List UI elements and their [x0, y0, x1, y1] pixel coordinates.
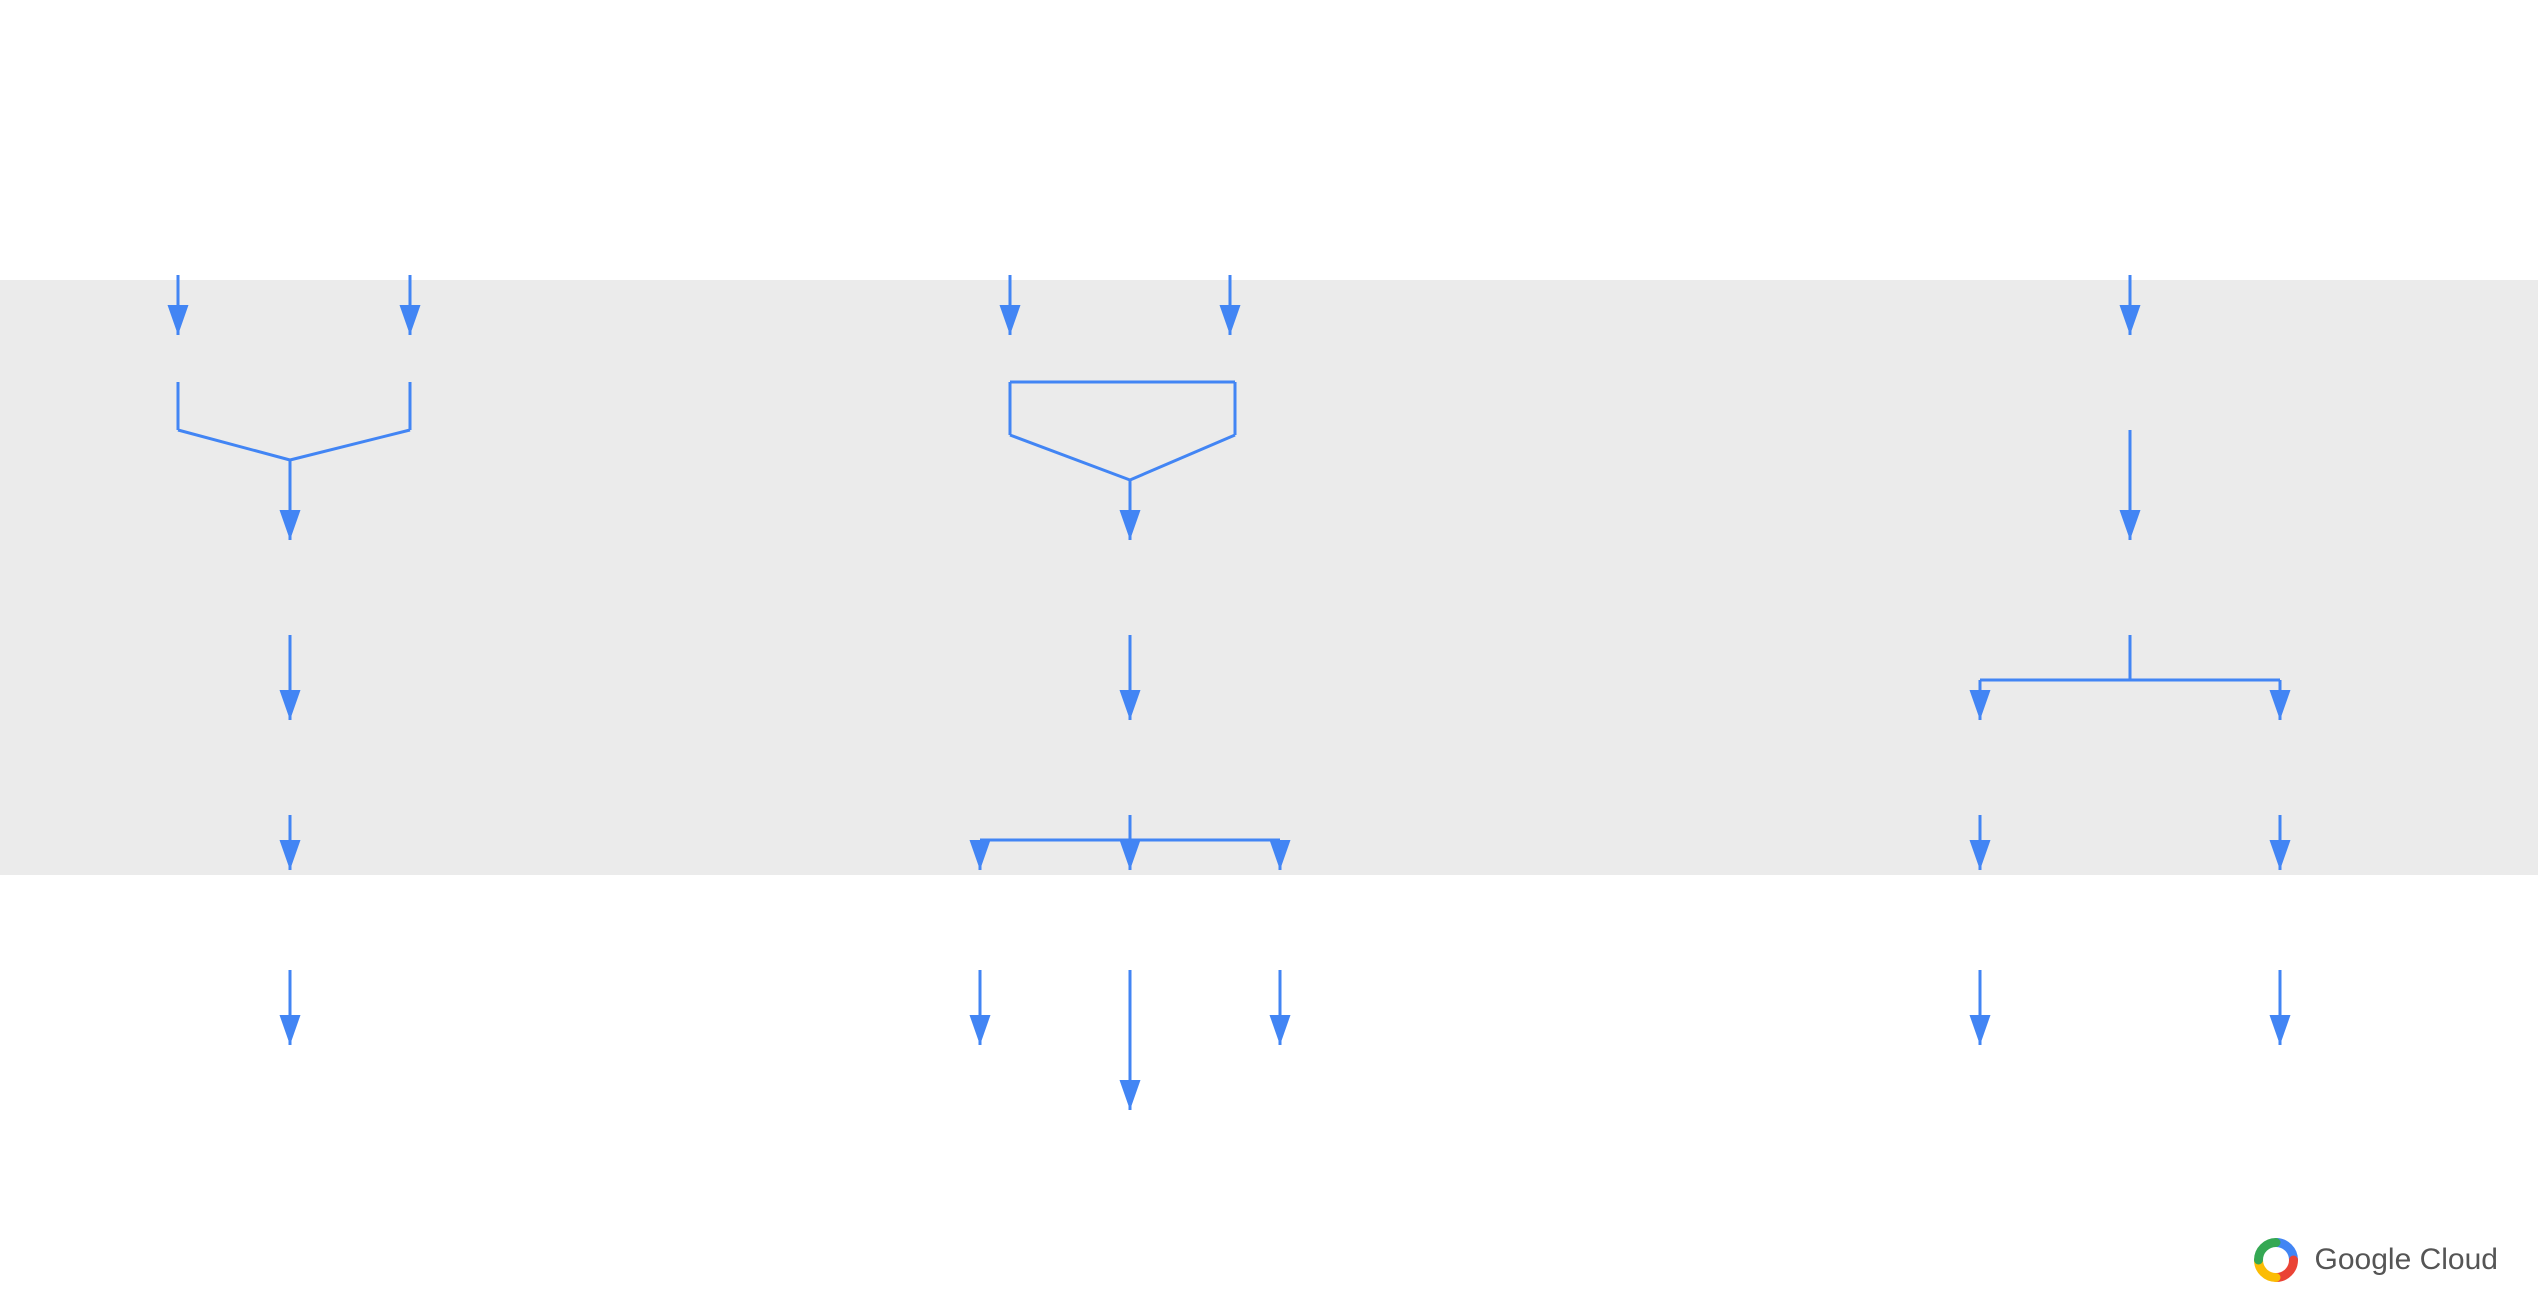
top-region	[0, 0, 2538, 280]
google-cloud-text: Google Cloud	[2315, 1243, 2498, 1277]
google-cloud-icon	[2251, 1235, 2301, 1285]
main-container: Many-to-one pattern Publisher Publisher …	[0, 0, 2538, 1305]
google-cloud-logo: Google Cloud	[2251, 1235, 2498, 1285]
gray-region	[0, 280, 2538, 875]
bottom-region	[0, 875, 2538, 1305]
